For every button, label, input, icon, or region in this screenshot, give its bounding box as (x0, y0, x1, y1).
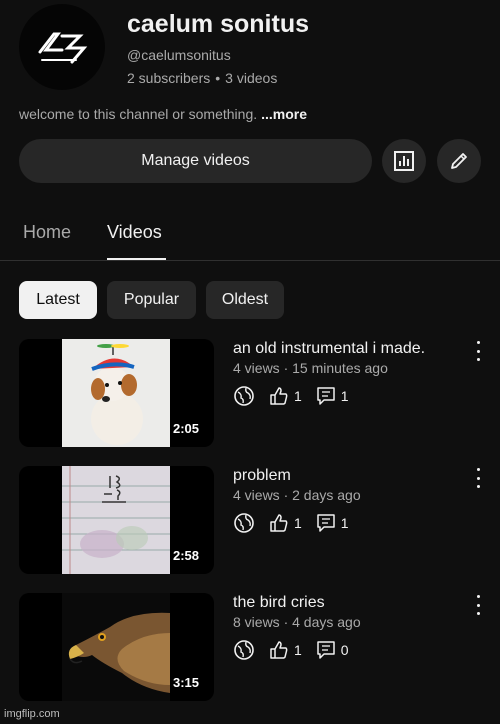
globe-icon (233, 639, 255, 661)
video-count: 3 videos (225, 70, 278, 86)
video-item[interactable]: 2:58 problem 4 views · 2 days ago 1 1 (19, 466, 481, 574)
eagle-thumbnail-image (62, 593, 170, 701)
channel-logo-icon (38, 32, 88, 64)
imgflip-watermark: imgflip.com (4, 708, 60, 720)
video-meta: 8 views · 4 days ago (233, 614, 361, 630)
video-item[interactable]: 2:05 an old instrumental i made. 4 views… (19, 339, 481, 447)
tab-home[interactable]: Home (23, 222, 71, 243)
channel-description[interactable]: welcome to this channel or something....… (19, 106, 307, 122)
channel-name: caelum sonitus (127, 10, 309, 38)
comment-icon (316, 513, 336, 533)
edit-channel-button[interactable] (437, 139, 481, 183)
like-count: 1 (294, 388, 302, 404)
subscriber-count: 2 subscribers (127, 70, 211, 86)
dog-thumbnail-image (62, 339, 170, 447)
manage-videos-button[interactable]: Manage videos (19, 139, 372, 183)
pencil-icon (451, 153, 467, 169)
video-meta: 4 views · 15 minutes ago (233, 360, 388, 376)
bar-chart-icon (394, 151, 414, 171)
channel-handle: @caelumsonitus (127, 47, 231, 63)
video-thumbnail[interactable]: 2:58 (19, 466, 214, 574)
analytics-button[interactable] (382, 139, 426, 183)
like-count: 1 (294, 515, 302, 531)
channel-tabs: Home Videos (0, 205, 500, 261)
comment-count: 0 (340, 642, 349, 658)
video-thumbnail[interactable]: 2:05 (19, 339, 214, 447)
active-tab-indicator (107, 258, 166, 260)
video-title[interactable]: problem (233, 467, 291, 485)
comment-icon (316, 640, 336, 660)
globe-icon (233, 385, 255, 407)
note-thumbnail-image (62, 466, 170, 574)
stats-separator: • (215, 70, 221, 86)
video-duration: 3:15 (169, 674, 202, 691)
globe-icon (233, 512, 255, 534)
chip-popular[interactable]: Popular (107, 281, 196, 319)
chip-latest[interactable]: Latest (19, 281, 97, 319)
channel-actions: Manage videos (19, 139, 481, 183)
video-title[interactable]: the bird cries (233, 594, 325, 612)
description-text: welcome to this channel or something. (19, 106, 258, 122)
comment-count: 1 (340, 388, 349, 404)
video-item[interactable]: 3:15 the bird cries 8 views · 4 days ago… (19, 593, 481, 701)
more-link[interactable]: ...more (261, 106, 307, 122)
comment-icon (316, 386, 336, 406)
channel-avatar[interactable] (19, 4, 105, 90)
more-options-icon[interactable] (475, 341, 481, 361)
comment-count: 1 (340, 515, 349, 531)
video-actions: 1 0 (233, 639, 349, 661)
more-options-icon[interactable] (475, 595, 481, 615)
video-thumbnail[interactable]: 3:15 (19, 593, 214, 701)
channel-stats: 2 subscribers • 3 videos (127, 70, 277, 86)
video-actions: 1 1 (233, 385, 349, 407)
video-title[interactable]: an old instrumental i made. (233, 340, 425, 358)
tab-videos[interactable]: Videos (107, 222, 162, 243)
like-icon (269, 386, 289, 406)
video-duration: 2:58 (169, 547, 202, 564)
like-icon (269, 513, 289, 533)
video-meta: 4 views · 2 days ago (233, 487, 361, 503)
video-actions: 1 1 (233, 512, 349, 534)
chip-oldest[interactable]: Oldest (206, 281, 284, 319)
like-count: 1 (294, 642, 302, 658)
more-options-icon[interactable] (475, 468, 481, 488)
channel-header: caelum sonitus @caelumsonitus 2 subscrib… (19, 4, 481, 90)
like-icon (269, 640, 289, 660)
video-duration: 2:05 (169, 420, 202, 437)
